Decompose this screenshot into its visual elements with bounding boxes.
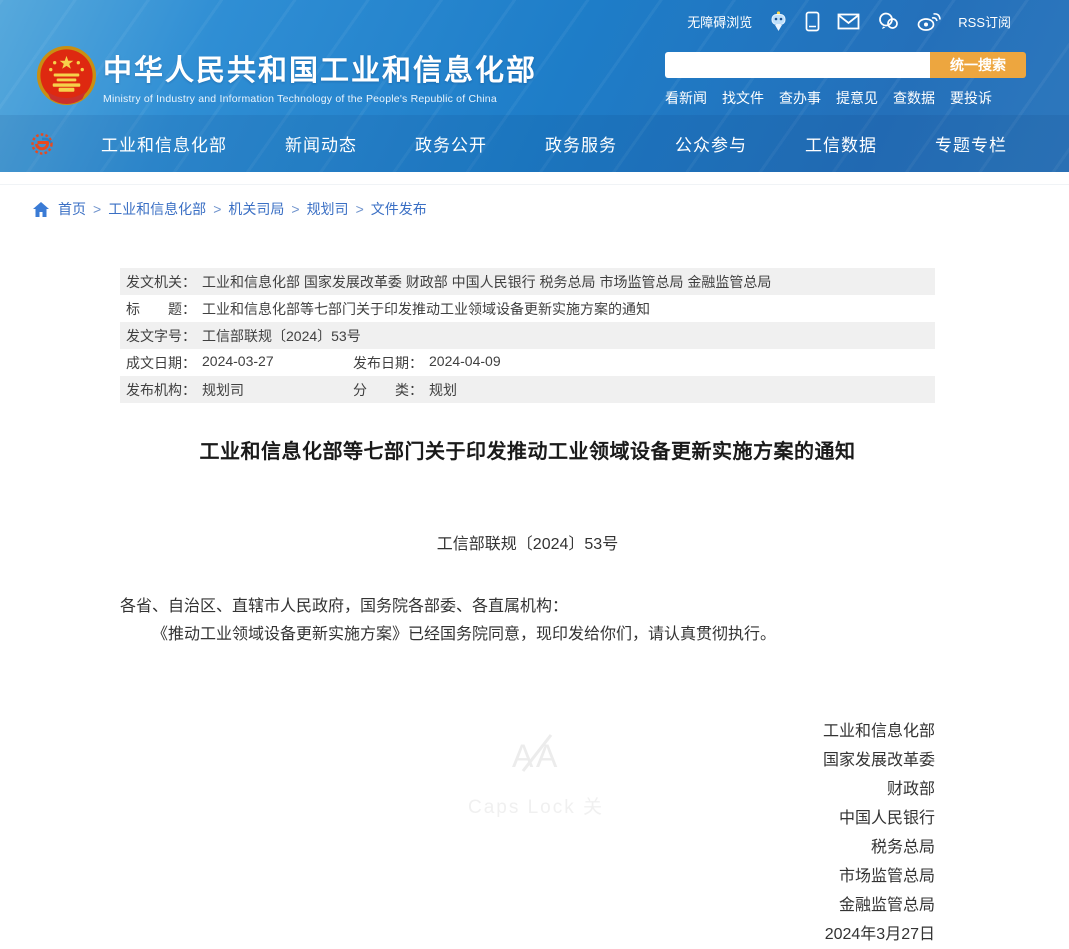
topbar: 无障碍浏览 RSS订阅	[687, 10, 1011, 32]
body-paragraph: 《推动工业领域设备更新实施方案》已经国务院同意，现印发给你们，请认真贯彻执行。	[120, 621, 935, 649]
header-divider	[0, 172, 1069, 185]
salutation-paragraph: 各省、自治区、直辖市人民政府，国务院各部委、各直属机构：	[120, 593, 935, 621]
nav-item-topics[interactable]: 专题专栏	[935, 131, 1007, 156]
meta-row-title: 标 题： 工业和信息化部等七部门关于印发推动工业领域设备更新实施方案的通知	[120, 295, 935, 322]
home-icon[interactable]	[33, 202, 49, 217]
meta-label: 发文字号：	[126, 326, 196, 346]
quick-link-services[interactable]: 查办事	[779, 88, 821, 108]
mail-icon[interactable]	[837, 13, 860, 30]
quick-link-news[interactable]: 看新闻	[665, 88, 707, 108]
document-number: 工信部联规〔2024〕53号	[120, 530, 935, 554]
breadcrumb-planning-dept[interactable]: 规划司	[307, 199, 349, 219]
miit-logo-icon	[30, 132, 54, 156]
site-header: 无障碍浏览 RSS订阅	[0, 0, 1069, 172]
meta-value-doc-no: 工信部联规〔2024〕53号	[202, 326, 361, 346]
nav-item-participation[interactable]: 公众参与	[675, 131, 747, 156]
document-body: 各省、自治区、直辖市人民政府，国务院各部委、各直属机构： 《推动工业领域设备更新…	[120, 593, 935, 649]
signature-line: 金融监管总局	[120, 891, 935, 920]
main-nav: 工业和信息化部 新闻动态 政务公开 政务服务 公众参与 工信数据 专题专栏	[0, 115, 1069, 172]
signature-line: 国家发展改革委	[120, 746, 935, 775]
org-names: 中华人民共和国工业和信息化部 Ministry of Industry and …	[103, 47, 537, 105]
quick-link-files[interactable]: 找文件	[722, 88, 764, 108]
meta-label: 发布机构：	[126, 380, 196, 400]
national-emblem	[35, 44, 98, 107]
quick-link-feedback[interactable]: 提意见	[836, 88, 878, 108]
org-name-cn: 中华人民共和国工业和信息化部	[103, 47, 537, 89]
signature-line: 财政部	[120, 775, 935, 804]
meta-value-publish-date: 2024-04-09	[429, 353, 501, 373]
weibo-icon[interactable]	[917, 12, 941, 31]
meta-label: 标 题：	[126, 299, 196, 319]
nav-item-miit[interactable]: 工业和信息化部	[101, 131, 227, 156]
rss-link[interactable]: RSS订阅	[958, 12, 1011, 31]
nav-items: 工业和信息化部 新闻动态 政务公开 政务服务 公众参与 工信数据 专题专栏	[54, 131, 1069, 156]
document-meta-table: 发文机关： 工业和信息化部 国家发展改革委 财政部 中国人民银行 税务总局 市场…	[120, 268, 935, 403]
meta-value-written-date: 2024-03-27	[202, 353, 274, 373]
accessibility-link[interactable]: 无障碍浏览	[687, 12, 752, 31]
meta-row-publisher: 发布机构： 规划司 分 类： 规划	[120, 376, 935, 403]
quick-link-data[interactable]: 查数据	[893, 88, 935, 108]
signature-line: 工业和信息化部	[120, 717, 935, 746]
meta-label: 发布日期：	[353, 353, 423, 373]
breadcrumb: 首页 > 工业和信息化部 > 机关司局 > 规划司 > 文件发布	[0, 185, 1069, 231]
breadcrumb-departments[interactable]: 机关司局	[228, 199, 284, 219]
breadcrumb-separator: >	[356, 201, 364, 217]
nav-item-data[interactable]: 工信数据	[805, 131, 877, 156]
quick-link-complaint[interactable]: 要投诉	[950, 88, 992, 108]
mobile-icon[interactable]	[805, 11, 820, 32]
breadcrumb-file-release[interactable]: 文件发布	[371, 199, 427, 219]
org-name-en: Ministry of Industry and Information Tec…	[103, 93, 537, 105]
document-title: 工业和信息化部等七部门关于印发推动工业领域设备更新实施方案的通知	[120, 435, 935, 464]
signature-line: 中国人民银行	[120, 804, 935, 833]
signature-line: 税务总局	[120, 833, 935, 862]
signature-block: 工业和信息化部 国家发展改革委 财政部 中国人民银行 税务总局 市场监管总局 金…	[120, 717, 935, 949]
meta-value-publisher: 规划司	[202, 380, 244, 400]
breadcrumb-home[interactable]: 首页	[58, 199, 86, 219]
nav-item-gov-info[interactable]: 政务公开	[415, 131, 487, 156]
document-content: 发文机关： 工业和信息化部 国家发展改革委 财政部 中国人民银行 税务总局 市场…	[120, 268, 935, 949]
meta-value-issuing-org: 工业和信息化部 国家发展改革委 财政部 中国人民银行 税务总局 市场监管总局 金…	[202, 272, 771, 292]
quick-links: 看新闻 找文件 查办事 提意见 查数据 要投诉	[665, 88, 1027, 108]
meta-row-issuing-org: 发文机关： 工业和信息化部 国家发展改革委 财政部 中国人民银行 税务总局 市场…	[120, 268, 935, 295]
nav-item-gov-services[interactable]: 政务服务	[545, 131, 617, 156]
breadcrumb-separator: >	[213, 201, 221, 217]
search-area: 统一搜索 看新闻 找文件 查办事 提意见 查数据 要投诉	[665, 52, 1027, 108]
meta-label: 发文机关：	[126, 272, 196, 292]
meta-label: 成文日期：	[126, 353, 196, 373]
meta-value-title: 工业和信息化部等七部门关于印发推动工业领域设备更新实施方案的通知	[202, 299, 650, 319]
breadcrumb-separator: >	[93, 201, 101, 217]
search-input[interactable]	[665, 52, 930, 78]
meta-row-dates: 成文日期： 2024-03-27 发布日期： 2024-04-09	[120, 349, 935, 376]
unified-search-button[interactable]: 统一搜索	[930, 52, 1026, 78]
breadcrumb-separator: >	[291, 201, 299, 217]
meta-row-doc-no: 发文字号： 工信部联规〔2024〕53号	[120, 322, 935, 349]
robot-mascot-icon[interactable]	[769, 10, 788, 32]
meta-label: 分 类：	[353, 380, 423, 400]
nav-item-news[interactable]: 新闻动态	[285, 131, 357, 156]
wechat-icon[interactable]	[877, 12, 900, 30]
signature-line: 市场监管总局	[120, 862, 935, 891]
breadcrumb-miit[interactable]: 工业和信息化部	[108, 199, 206, 219]
meta-value-category: 规划	[429, 380, 457, 400]
signature-date: 2024年3月27日	[120, 920, 935, 949]
